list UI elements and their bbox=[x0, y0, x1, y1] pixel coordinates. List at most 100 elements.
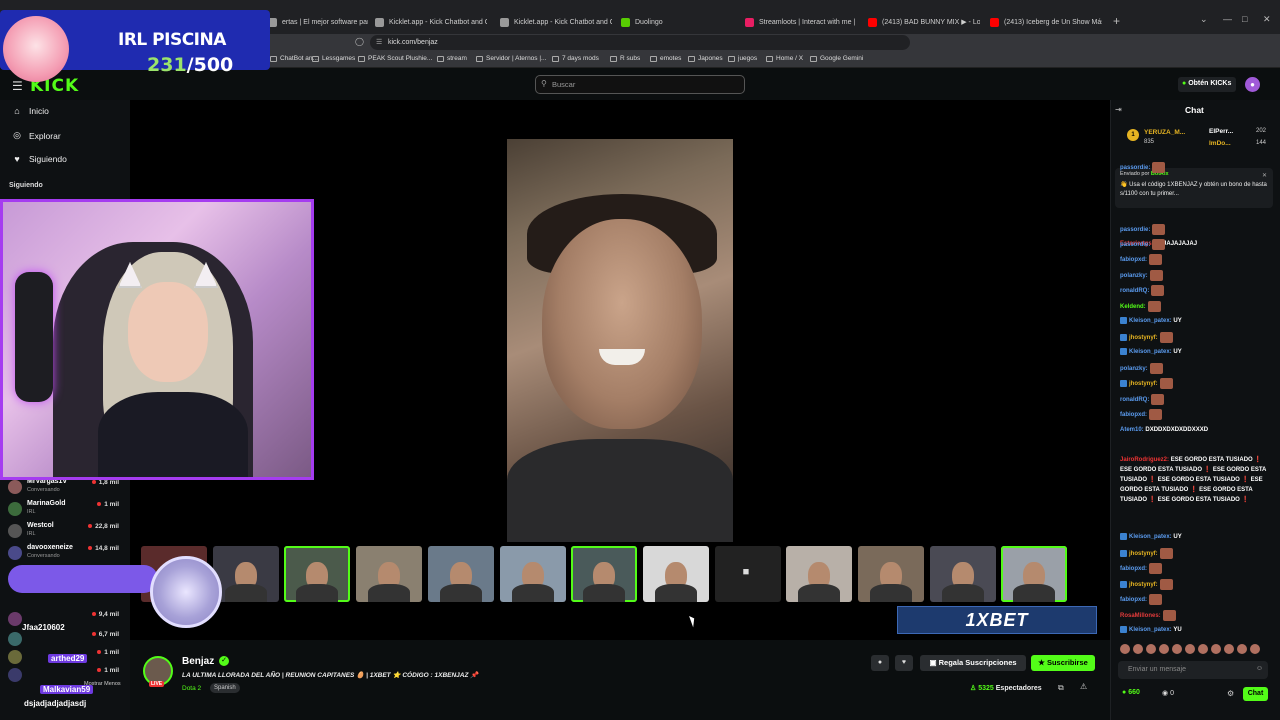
chat-message[interactable]: jhostynyf: bbox=[1120, 547, 1173, 559]
chat-username[interactable]: Kleison_patex: bbox=[1129, 318, 1172, 324]
participant-thumbnail[interactable] bbox=[929, 546, 996, 602]
browser-tab[interactable]: (2413) Iceberg de Un Show Más - Yo... bbox=[990, 12, 1102, 32]
send-chat-button[interactable]: Chat bbox=[1243, 687, 1268, 701]
chat-username[interactable]: ronaldRQ: bbox=[1120, 397, 1149, 403]
bookmark-item[interactable]: emotes bbox=[650, 55, 681, 62]
sidebar-channel[interactable]: Westcol IRL 22,8 mil bbox=[8, 522, 123, 542]
chat-message[interactable]: Kleison_patex: UY bbox=[1120, 347, 1182, 357]
chat-message[interactable]: fabiopxd: bbox=[1120, 254, 1162, 265]
chat-username[interactable]: Kleison_patex: bbox=[1129, 627, 1172, 633]
chat-username[interactable]: fabiopxd: bbox=[1120, 257, 1147, 263]
chat-message[interactable]: passordie: bbox=[1120, 223, 1166, 235]
chat-message[interactable]: polanzky: bbox=[1120, 362, 1163, 374]
chat-username[interactable]: fabiopxd: bbox=[1120, 597, 1147, 603]
chat-message[interactable]: fabiopxd: bbox=[1120, 563, 1162, 574]
chat-message[interactable]: Kleison_patex: YU bbox=[1120, 625, 1182, 635]
participant-thumbnail[interactable] bbox=[858, 546, 924, 602]
browser-tab[interactable]: Streamloots | Interact with me | Balig..… bbox=[745, 12, 855, 32]
participant-thumbnail[interactable] bbox=[284, 546, 351, 602]
bookmark-item[interactable]: juegos bbox=[728, 55, 757, 62]
chat-input[interactable]: Enviar un mensaje ☺ bbox=[1118, 661, 1268, 679]
participant-thumbnail[interactable] bbox=[212, 546, 279, 602]
participant-thumbnail[interactable] bbox=[1001, 546, 1068, 602]
chat-message[interactable]: passordie: bbox=[1120, 238, 1166, 250]
chat-username[interactable]: jhostynyf: bbox=[1129, 335, 1158, 341]
chat-message[interactable]: passordie: bbox=[1120, 162, 1166, 173]
main-video-feed[interactable] bbox=[507, 139, 733, 542]
url-bar[interactable]: ☰ kick.com/benjaz bbox=[370, 35, 910, 50]
chat-message[interactable]: ronaldRQ: bbox=[1120, 393, 1165, 405]
bookmark-item[interactable]: stream bbox=[437, 55, 467, 62]
participant-thumbnail[interactable] bbox=[642, 546, 709, 602]
chat-message[interactable]: RosaMillones: bbox=[1120, 609, 1176, 621]
chat-username[interactable]: jhostynyf: bbox=[1129, 381, 1158, 387]
language-tag[interactable]: Spanish bbox=[210, 683, 240, 693]
chat-username[interactable]: Atem10: bbox=[1120, 427, 1144, 433]
chat-username[interactable]: Keldend: bbox=[1120, 304, 1146, 310]
participant-thumbnail[interactable] bbox=[356, 546, 423, 602]
chat-username[interactable]: RosaMillones: bbox=[1120, 613, 1161, 619]
chat-username[interactable]: jhostynyf: bbox=[1129, 582, 1158, 588]
chat-username[interactable]: Kleison_patex: bbox=[1129, 534, 1172, 540]
bookmark-item[interactable]: PEAK Scout Plushie... bbox=[358, 55, 432, 62]
chat-message[interactable]: jhostynyf: bbox=[1120, 331, 1173, 343]
participant-thumbnail[interactable]: ■ bbox=[714, 546, 781, 602]
chat-message[interactable]: polanzky: bbox=[1120, 269, 1163, 281]
chat-message[interactable]: fabiopxd: bbox=[1120, 409, 1162, 420]
chat-message[interactable]: Keldend: bbox=[1120, 300, 1161, 312]
sidebar-channel[interactable]: 6,7 mil bbox=[8, 630, 123, 650]
participant-thumbnail[interactable] bbox=[427, 546, 494, 602]
notification-bell-icon[interactable]: ● bbox=[871, 655, 889, 671]
chat-username[interactable]: passordie: bbox=[1120, 242, 1150, 248]
chat-message[interactable]: fabiopxd: bbox=[1120, 594, 1162, 605]
chat-message[interactable]: jhostynyf: bbox=[1120, 578, 1173, 590]
menu-icon[interactable]: ☰ bbox=[12, 79, 23, 93]
chat-username[interactable]: JairoRodriguez2: bbox=[1120, 457, 1169, 463]
stream-category[interactable]: Dota 2 bbox=[182, 685, 201, 692]
gift-subs-button[interactable]: ▣ Regala Suscripciones bbox=[920, 655, 1026, 671]
chat-username[interactable]: fabiopxd: bbox=[1120, 412, 1147, 418]
chat-username[interactable]: polanzky: bbox=[1120, 366, 1148, 372]
emoji-picker-icon[interactable]: ☺ bbox=[1256, 665, 1263, 672]
browser-tab[interactable]: Duolingo bbox=[621, 12, 731, 32]
chat-username[interactable]: polanzky: bbox=[1120, 273, 1148, 279]
chat-message[interactable]: ronaldRQ: bbox=[1120, 285, 1165, 296]
new-tab-button[interactable]: + bbox=[1113, 14, 1120, 28]
bookmark-item[interactable]: 7 days mods bbox=[552, 55, 599, 62]
bookmark-item[interactable]: R subs bbox=[610, 55, 640, 62]
sidebar-channel[interactable]: MarinaGold IRL 1 mil bbox=[8, 500, 123, 520]
nav-siguiendo[interactable]: ♥ Siguiendo bbox=[12, 154, 66, 164]
chat-message[interactable]: JairoRodriguez2: ESE GORDO ESTA TUSIADO … bbox=[1120, 455, 1270, 505]
chat-message[interactable]: jhostynyf: bbox=[1120, 378, 1173, 389]
participant-thumbnail[interactable] bbox=[786, 546, 853, 602]
site-info-icon[interactable]: ☰ bbox=[376, 38, 382, 46]
chat-username[interactable]: passordie: bbox=[1120, 165, 1150, 171]
browser-tab[interactable]: ertas | El mejor software para pote... bbox=[268, 12, 368, 32]
bookmark-star-icon[interactable]: ◯ bbox=[355, 37, 364, 46]
chat-username[interactable]: jhostynyf: bbox=[1129, 551, 1158, 557]
subscribe-button[interactable]: ★ Suscribirse bbox=[1031, 655, 1095, 671]
chat-message[interactable]: Atem10: DXDDXDXDXDDXXXD bbox=[1120, 425, 1208, 435]
browser-tab[interactable]: Kicklet.app - Kick Chatbot and Overl... bbox=[500, 12, 612, 32]
participant-thumbnail[interactable] bbox=[571, 546, 638, 602]
nav-explorar[interactable]: ◎ Explorar bbox=[12, 130, 61, 141]
chat-username[interactable]: fabiopxd: bbox=[1120, 566, 1147, 572]
chat-username[interactable]: Kleison_patex: bbox=[1129, 349, 1172, 355]
sidebar-channel[interactable]: davooxeneize Conversando 14,8 mil bbox=[8, 544, 123, 564]
search-input[interactable]: ⚲ Buscar bbox=[535, 75, 745, 94]
bookmark-item[interactable]: Japones bbox=[688, 55, 723, 62]
sponsor-banner[interactable]: 1XBET bbox=[897, 606, 1097, 634]
chat-username[interactable]: ronaldRQ: bbox=[1120, 288, 1149, 294]
nav-inicio[interactable]: ⌂ Inicio bbox=[12, 106, 49, 116]
follow-heart-icon[interactable]: ♥ bbox=[895, 655, 913, 671]
share-icon[interactable]: ⧉ bbox=[1058, 683, 1064, 693]
participant-thumbnail[interactable] bbox=[499, 546, 566, 602]
browser-tab[interactable]: Kicklet.app - Kick Chatbot and Overl... bbox=[375, 12, 487, 32]
bookmark-item[interactable]: Servidor | Aternos |... bbox=[476, 55, 546, 62]
sidebar-channel[interactable]: MrVargas1V Conversando 1,8 mil bbox=[8, 478, 123, 498]
emote-quick-bar[interactable] bbox=[1120, 644, 1263, 656]
streamer-name[interactable]: Benjaz bbox=[182, 656, 214, 667]
chat-message[interactable]: Kleison_patex: UY bbox=[1120, 316, 1182, 326]
chat-settings-gear-icon[interactable]: ⚙ bbox=[1227, 689, 1234, 698]
browser-tab[interactable]: (2413) BAD BUNNY MIX ▶ - Lo Mej... bbox=[868, 12, 980, 32]
